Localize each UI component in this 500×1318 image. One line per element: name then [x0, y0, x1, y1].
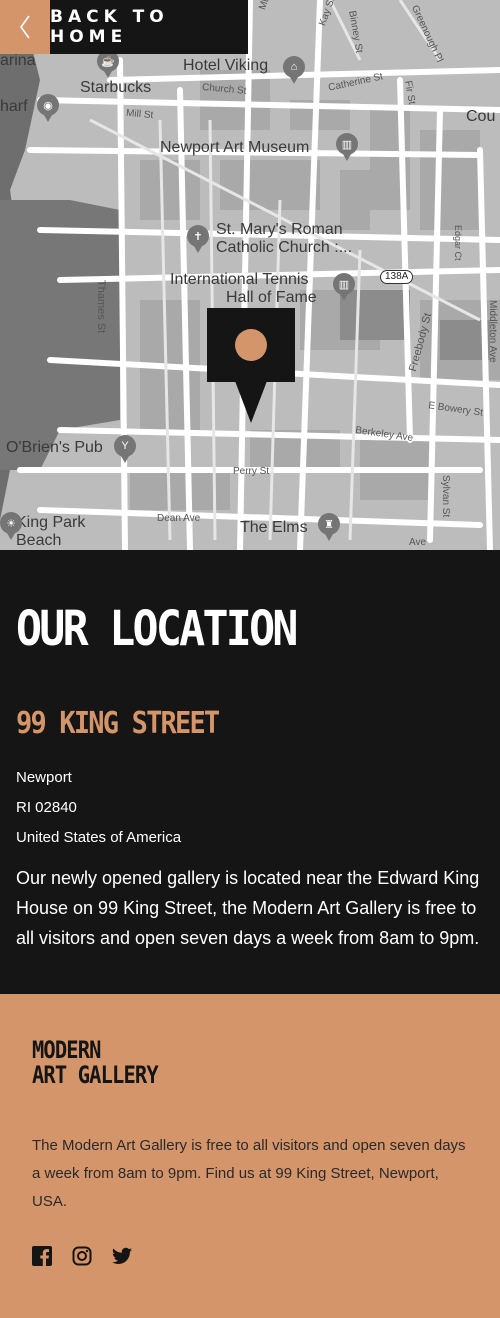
map-label-middleton-ave: Middleton Ave	[487, 300, 498, 363]
map-label-perry-st: Perry St	[233, 466, 270, 477]
footer-about: The Modern Art Gallery is free to all vi…	[32, 1137, 466, 1210]
location-section: OUR LOCATION 99 KING STREET Newport RI 0…	[0, 550, 500, 994]
location-description: Our newly opened gallery is located near…	[16, 868, 480, 948]
address-state-zip: RI 02840	[16, 799, 77, 816]
address-city: Newport	[16, 769, 72, 786]
museum-icon: ▥	[333, 273, 355, 301]
map-label-intl-tennis-1: International Tennis	[170, 271, 309, 288]
map-label-obriens-pub: O'Brien's Pub	[6, 439, 103, 456]
location-pin-tail	[235, 381, 267, 423]
map-label-cou: Cou	[466, 108, 496, 125]
map-label-arina: arina	[0, 52, 36, 69]
map-label-dean-ave: Dean Ave	[157, 513, 201, 524]
map-label-sylvan-st: Sylvan St	[440, 475, 451, 518]
social-links	[32, 1246, 468, 1266]
instagram-icon	[72, 1246, 92, 1266]
bar-icon: Y	[114, 435, 136, 463]
back-bar: BACK TO HOME	[0, 0, 248, 54]
logo-line-1: MODERN	[32, 1036, 101, 1064]
street-heading: 99 KING STREET	[16, 706, 220, 741]
map-label-edgar-ct: Edgar Ct	[453, 225, 463, 261]
back-chevron-button[interactable]	[0, 0, 50, 54]
map-label-king-park-2: Beach	[16, 532, 62, 549]
map-label-st-marys-2: Catholic Church :...	[216, 239, 353, 256]
map-label-king-park-1: King Park	[16, 514, 86, 531]
facebook-link[interactable]	[32, 1246, 52, 1266]
facebook-icon	[32, 1246, 52, 1266]
back-to-home-button[interactable]: BACK TO HOME	[50, 0, 248, 54]
landmark-icon: ♜	[318, 513, 340, 541]
location-pin[interactable]	[207, 308, 295, 382]
map-label-harf: harf	[0, 98, 28, 115]
location-map[interactable]: Hotel Viking ⌂ Starbucks ☕ Church St Cat…	[0, 0, 500, 550]
footer-logo[interactable]: MODERN ART GALLERY	[32, 1038, 403, 1088]
map-label-newport-art-museum: Newport Art Museum	[160, 139, 310, 156]
logo-line-2: ART GALLERY	[32, 1061, 159, 1089]
map-label-intl-tennis-2: Hall of Fame	[226, 289, 317, 306]
camera-icon: ◉	[37, 94, 59, 122]
park-icon: ☀	[0, 512, 22, 540]
twitter-icon	[112, 1247, 132, 1264]
pin-dot	[235, 329, 267, 361]
map-label-the-elms: The Elms	[240, 519, 308, 536]
map-label-hotel-viking: Hotel Viking	[183, 57, 269, 74]
route-shield: 138A	[380, 270, 414, 284]
map-label-starbucks: Starbucks	[80, 79, 152, 96]
church-icon: ✝	[187, 225, 209, 253]
museum-icon: ▥	[336, 133, 358, 161]
instagram-link[interactable]	[72, 1246, 92, 1266]
address-country: United States of America	[16, 829, 182, 846]
chevron-left-icon	[20, 15, 30, 39]
map-label-ave: Ave	[409, 537, 427, 548]
section-title: OUR LOCATION	[16, 601, 298, 657]
footer: MODERN ART GALLERY The Modern Art Galler…	[0, 994, 500, 1266]
twitter-link[interactable]	[112, 1246, 132, 1266]
map-label-thames-st: Thames St	[95, 280, 107, 334]
hotel-icon: ⌂	[283, 56, 305, 84]
map-label-st-marys-1: St. Mary's Roman	[216, 221, 343, 238]
